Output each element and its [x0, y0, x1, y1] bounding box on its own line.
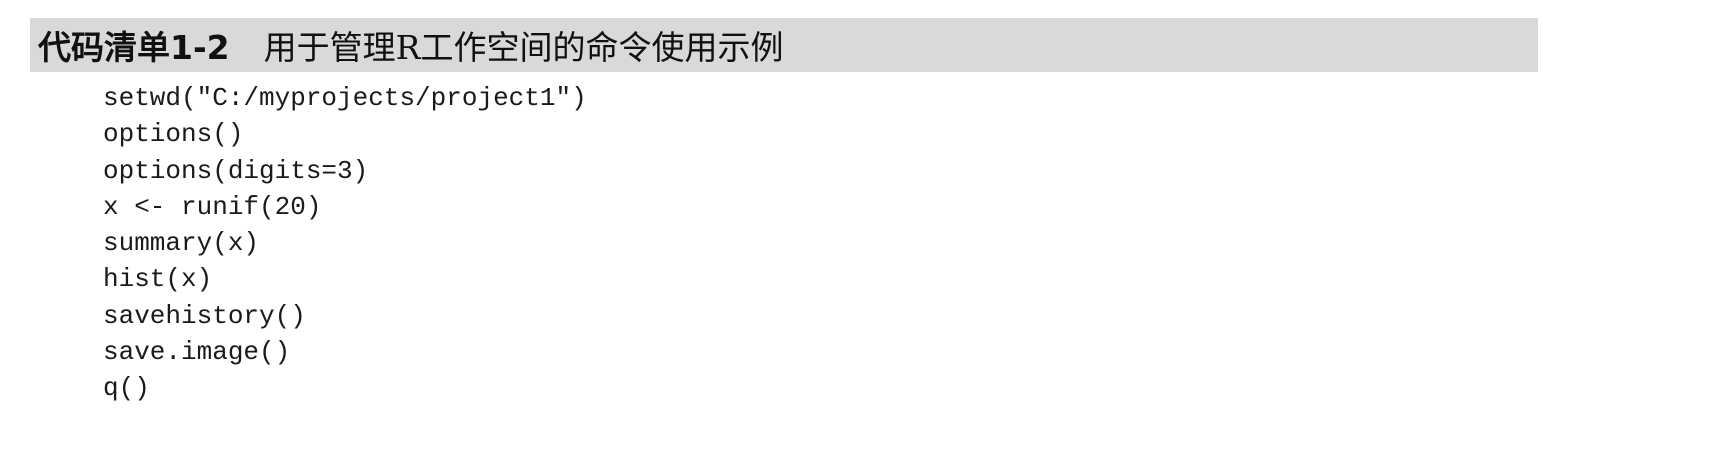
- code-line: hist(x): [103, 264, 213, 295]
- code-line: q(): [103, 373, 150, 404]
- listing-label: 代码清单1-2: [38, 28, 230, 67]
- code-line: options(digits=3): [103, 155, 369, 186]
- listing-header: 代码清单1-2 用于管理R工作空间的命令使用示例: [30, 18, 1538, 72]
- code-line: x <- runif(20): [103, 191, 322, 222]
- code-line: savehistory(): [103, 300, 306, 331]
- code-line: save.image(): [103, 337, 291, 368]
- code-line: summary(x): [103, 228, 260, 259]
- listing-title: 用于管理R工作空间的命令使用示例: [263, 28, 784, 67]
- code-block: setwd("C:/myprojects/project1") options(…: [103, 80, 587, 407]
- code-line: setwd("C:/myprojects/project1"): [103, 83, 587, 113]
- code-line: options(): [103, 119, 244, 150]
